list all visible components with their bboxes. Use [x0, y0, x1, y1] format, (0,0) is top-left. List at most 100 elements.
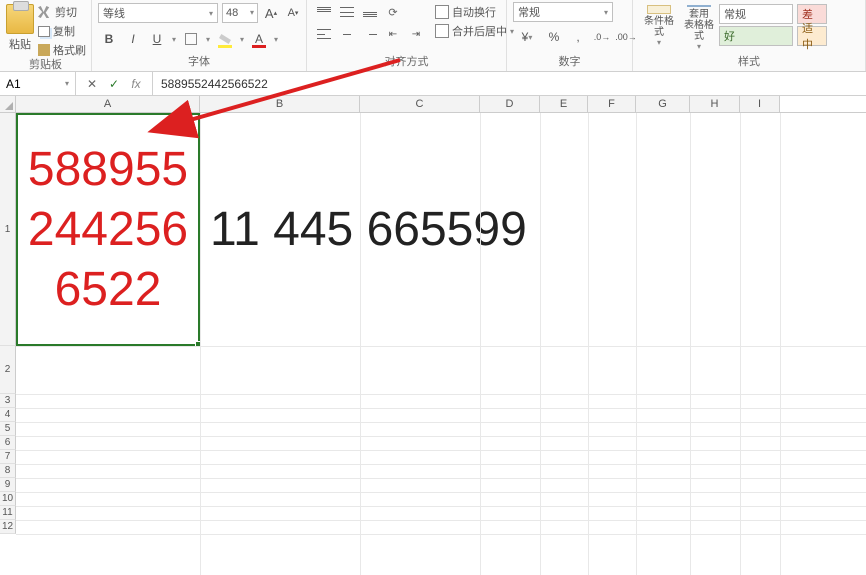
group-label-number: 数字 — [513, 55, 626, 71]
border-button[interactable] — [180, 28, 202, 50]
row-header-12[interactable]: 12 — [0, 520, 16, 534]
wrap-icon — [435, 5, 449, 19]
font-color-letter: A — [255, 32, 263, 46]
row-header-5[interactable]: 5 — [0, 422, 16, 436]
column-header-F[interactable]: F — [588, 96, 636, 112]
wrap-text-button[interactable]: 自动换行 — [435, 4, 514, 20]
comma-icon: , — [576, 30, 579, 44]
row-header-4[interactable]: 4 — [0, 408, 16, 422]
indent-decrease-button[interactable]: ⇤ — [382, 24, 404, 44]
align-right-button[interactable] — [359, 24, 381, 44]
cut-label: 剪切 — [55, 4, 77, 20]
row-header-7[interactable]: 7 — [0, 450, 16, 464]
column-header-C[interactable]: C — [360, 96, 480, 112]
paste-button[interactable]: 粘贴 — [6, 2, 34, 52]
align-middle-button[interactable] — [336, 2, 358, 22]
merge-center-button[interactable]: 合并后居中 ▾ — [435, 23, 514, 39]
cancel-edit-button[interactable]: ✕ — [82, 75, 102, 93]
align-bottom-button[interactable] — [359, 2, 381, 22]
insert-function-button[interactable]: fx — [126, 75, 146, 93]
cond-format-icon — [647, 5, 671, 14]
format-as-table-button[interactable]: 套用表格格式 ▾ — [679, 2, 719, 48]
group-styles: 条件格式 ▾ 套用表格格式 ▾ 常规 好 差 适中 样式 — [633, 0, 866, 71]
chevron-down-icon: ▾ — [209, 9, 213, 18]
name-box[interactable]: A1 ▾ — [0, 72, 76, 95]
number-format-value: 常规 — [518, 4, 540, 20]
name-box-value: A1 — [6, 77, 21, 91]
chevron-down-icon[interactable]: ▾ — [204, 35, 212, 44]
grow-font-button[interactable]: A▴ — [262, 3, 280, 23]
chevron-down-icon[interactable]: ▾ — [238, 35, 246, 44]
copy-button[interactable]: 复制 — [38, 23, 86, 39]
row-header-6[interactable]: 6 — [0, 436, 16, 450]
check-icon: ✓ — [109, 77, 119, 91]
chevron-down-icon: ▾ — [697, 42, 701, 51]
font-name-select[interactable]: 等线 ▾ — [98, 3, 218, 23]
row-header-11[interactable]: 11 — [0, 506, 16, 520]
cell-style-normal[interactable]: 常规 — [719, 4, 793, 24]
font-size-select[interactable]: 48 ▾ — [222, 3, 258, 23]
font-size-value: 48 — [226, 4, 238, 22]
row-header-1[interactable]: 1 — [0, 113, 16, 346]
conditional-format-button[interactable]: 条件格式 ▾ — [639, 2, 679, 48]
group-alignment: ⟳ ⇤ ⇥ 自动换行 合并后居中 ▾ — [307, 0, 507, 71]
border-icon — [185, 33, 197, 45]
currency-button[interactable]: ¥▾ — [513, 26, 541, 48]
font-color-button[interactable]: A — [248, 28, 270, 50]
bold-button[interactable]: B — [98, 28, 120, 50]
increase-decimal-button[interactable]: .0→ — [591, 26, 613, 48]
fill-color-button[interactable] — [214, 28, 236, 50]
number-format-select[interactable]: 常规 ▾ — [513, 2, 613, 22]
align-center-button[interactable] — [336, 24, 358, 44]
row-headers: 123456789101112 — [0, 113, 16, 575]
cell-style-good[interactable]: 好 — [719, 26, 793, 46]
row-header-10[interactable]: 10 — [0, 492, 16, 506]
cells-area[interactable]: 588955 244256 6522 11 445 665599 — [16, 113, 866, 575]
column-header-G[interactable]: G — [636, 96, 690, 112]
group-font: 等线 ▾ 48 ▾ A▴ A▾ B I U ▾ ▾ — [92, 0, 307, 71]
cell-B1[interactable]: 11 445 665599 — [200, 113, 527, 346]
row-header-9[interactable]: 9 — [0, 478, 16, 492]
chevron-down-icon[interactable]: ▾ — [272, 35, 280, 44]
formula-input[interactable]: 58895524425​66522 — [153, 77, 866, 91]
x-icon: ✕ — [87, 77, 97, 91]
cell-style-neutral[interactable]: 适中 — [797, 26, 827, 46]
column-header-D[interactable]: D — [480, 96, 540, 112]
column-header-E[interactable]: E — [540, 96, 588, 112]
indent-increase-button[interactable]: ⇥ — [405, 24, 427, 44]
shrink-font-button[interactable]: A▾ — [284, 3, 302, 23]
cond-format-label: 条件格式 — [640, 16, 678, 38]
confirm-edit-button[interactable]: ✓ — [104, 75, 124, 93]
row-header-2[interactable]: 2 — [0, 346, 16, 394]
ribbon: 粘贴 剪切 复制 格式刷 剪贴板 — [0, 0, 866, 72]
format-painter-label: 格式刷 — [53, 42, 86, 58]
select-all-button[interactable] — [0, 96, 16, 113]
cell-A1[interactable]: 588955 244256 6522 — [16, 113, 200, 346]
row-header-3[interactable]: 3 — [0, 394, 16, 408]
column-header-A[interactable]: A — [16, 96, 200, 112]
bucket-icon — [219, 34, 231, 44]
comma-button[interactable]: , — [567, 26, 589, 48]
wrap-text-label: 自动换行 — [452, 4, 496, 20]
row-header-8[interactable]: 8 — [0, 464, 16, 478]
underline-button[interactable]: U — [146, 28, 168, 50]
column-header-I[interactable]: I — [740, 96, 780, 112]
align-left-button[interactable] — [313, 24, 335, 44]
merge-icon — [435, 24, 449, 38]
align-top-button[interactable] — [313, 2, 335, 22]
column-headers: ABCDEFGHI — [16, 96, 866, 113]
copy-label: 复制 — [53, 23, 75, 39]
inc-dec-icon: .0→ — [594, 32, 611, 42]
chevron-down-icon[interactable]: ▾ — [170, 35, 178, 44]
column-header-H[interactable]: H — [690, 96, 740, 112]
cut-button[interactable]: 剪切 — [38, 4, 86, 20]
chevron-down-icon: ▾ — [250, 4, 254, 22]
format-painter-button[interactable]: 格式刷 — [38, 42, 86, 58]
scissors-icon — [38, 6, 52, 18]
table-format-icon — [687, 5, 711, 7]
orientation-button[interactable]: ⟳ — [382, 2, 404, 22]
italic-button[interactable]: I — [122, 28, 144, 50]
column-header-B[interactable]: B — [200, 96, 360, 112]
percent-button[interactable]: % — [543, 26, 565, 48]
chevron-down-icon: ▾ — [604, 8, 608, 17]
